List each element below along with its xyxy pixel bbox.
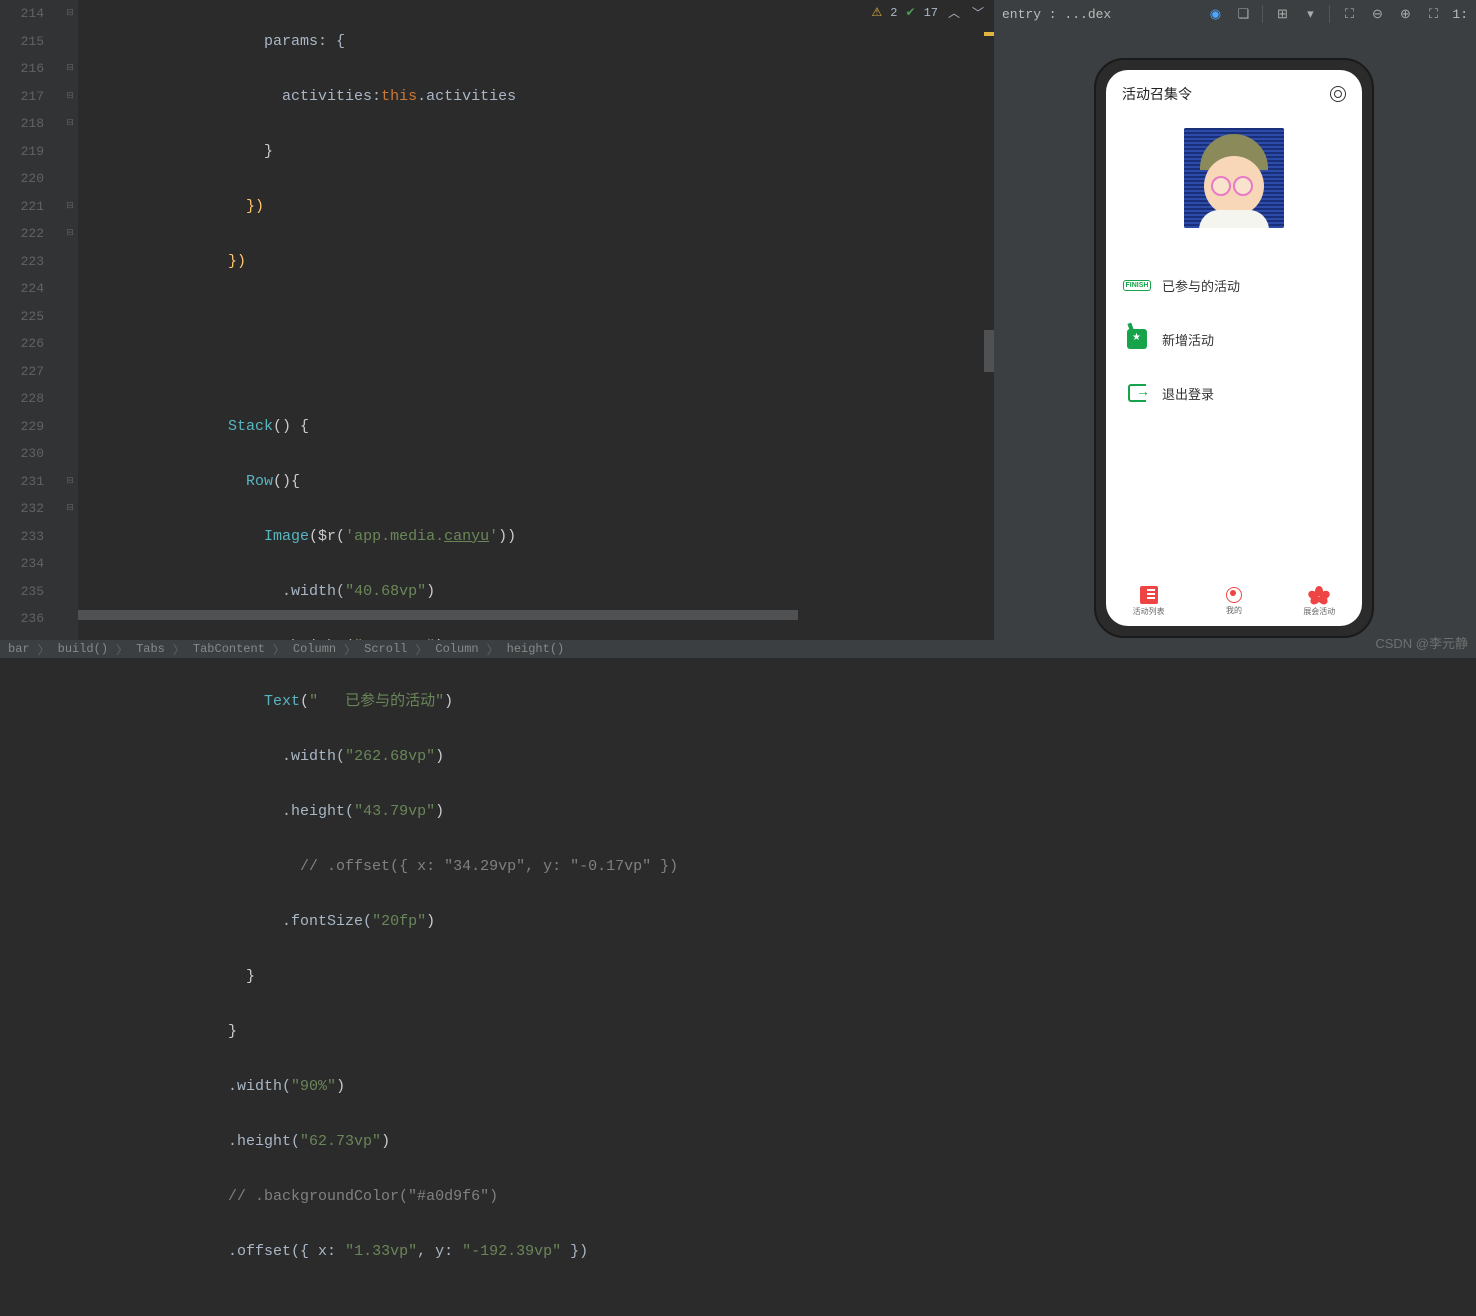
nav-label: 我的 [1226,605,1242,616]
nav-item-list[interactable]: 活动列表 [1106,576,1191,626]
grid-icon[interactable]: ⊞ [1273,5,1291,23]
app-title: 活动召集令 [1122,84,1192,104]
menu-list: FINISH 已参与的活动 新增活动 退出登录 [1106,258,1362,420]
phone-screen[interactable]: 活动召集令 FINISH 已参与的活动 新增活动 [1106,70,1362,626]
app-header: 活动召集令 [1106,70,1362,118]
nav-label: 展会活动 [1303,606,1335,617]
preview-title[interactable]: entry : ...dex [1002,7,1111,22]
nav-item-mine[interactable]: 我的 [1191,576,1276,626]
separator [1262,5,1263,23]
user-icon [1226,587,1242,603]
code-editor[interactable]: 214215216217218 219220221222223 22422522… [0,0,994,640]
crumb-build[interactable]: build() [58,642,108,656]
avatar-image[interactable] [1184,128,1284,228]
fullscreen-icon[interactable]: ⛶ [1424,5,1442,23]
nav-item-expo[interactable]: 展会活动 [1277,576,1362,626]
crumb-scroll[interactable]: Scroll [364,642,407,656]
vertical-scrollbar[interactable] [984,0,994,640]
code-area[interactable]: params: { activities:this.activities } }… [78,0,994,640]
nav-label: 活动列表 [1133,606,1165,617]
crumb-column1[interactable]: Column [293,642,336,656]
menu-label: 新增活动 [1162,330,1214,349]
watermark: CSDN @李元静 [1375,633,1468,652]
editor-status-bar: ⚠ 2 ✔ 17 ︿ ﹀ [872,4,986,21]
dropdown-icon[interactable]: ▾ [1301,5,1319,23]
zoom-label: 1: [1452,7,1468,22]
crumb-bar[interactable]: bar [8,642,30,656]
h-scroll-thumb[interactable] [78,610,798,620]
huawei-icon [1310,586,1328,604]
phone-frame: 活动召集令 FINISH 已参与的活动 新增活动 [1094,58,1374,638]
zoom-in-icon[interactable]: ⊕ [1396,5,1414,23]
menu-item-activities[interactable]: FINISH 已参与的活动 [1126,258,1342,312]
inspect-icon[interactable]: ◉ [1206,5,1224,23]
scroll-thumb[interactable] [984,330,994,372]
zoom-out-icon[interactable]: ⊖ [1368,5,1386,23]
menu-label: 退出登录 [1162,384,1214,403]
warning-count: 2 [890,6,897,20]
prev-issue-button[interactable]: ︿ [946,4,962,21]
warning-icon[interactable]: ⚠ [872,5,883,20]
list-icon [1140,586,1158,604]
crumb-height[interactable]: height() [507,642,565,656]
line-gutter: 214215216217218 219220221222223 22422522… [0,0,62,640]
preview-toolbar: entry : ...dex ◉ ❏ ⊞ ▾ ⛶ ⊖ ⊕ ⛶ 1: [994,0,1476,28]
gear-icon[interactable] [1330,86,1346,102]
bottom-nav: 活动列表 我的 展会活动 [1106,576,1362,626]
check-icon[interactable]: ✔ [906,5,916,20]
logout-icon [1126,382,1148,404]
menu-label: 已参与的活动 [1162,276,1240,295]
fold-column[interactable]: ⊟⊟ ⊟⊟ ⊟⊟ ⊟ ⊟ [62,0,78,640]
add-icon [1126,328,1148,350]
crumb-column2[interactable]: Column [435,642,478,656]
menu-item-add[interactable]: 新增活动 [1126,312,1342,366]
preview-panel: entry : ...dex ◉ ❏ ⊞ ▾ ⛶ ⊖ ⊕ ⛶ 1: 活动召集令 [994,0,1476,658]
breadcrumb[interactable]: bar〉 build()〉 Tabs〉 TabContent〉 Column〉 … [0,640,994,658]
crumb-tabs[interactable]: Tabs [136,642,165,656]
layers-icon[interactable]: ❏ [1234,5,1252,23]
finish-icon: FINISH [1126,274,1148,296]
crumb-tabcontent[interactable]: TabContent [193,642,265,656]
ok-count: 17 [924,6,938,20]
crop-icon[interactable]: ⛶ [1340,5,1358,23]
separator [1329,5,1330,23]
horizontal-scrollbar[interactable] [78,610,978,620]
menu-item-logout[interactable]: 退出登录 [1126,366,1342,420]
